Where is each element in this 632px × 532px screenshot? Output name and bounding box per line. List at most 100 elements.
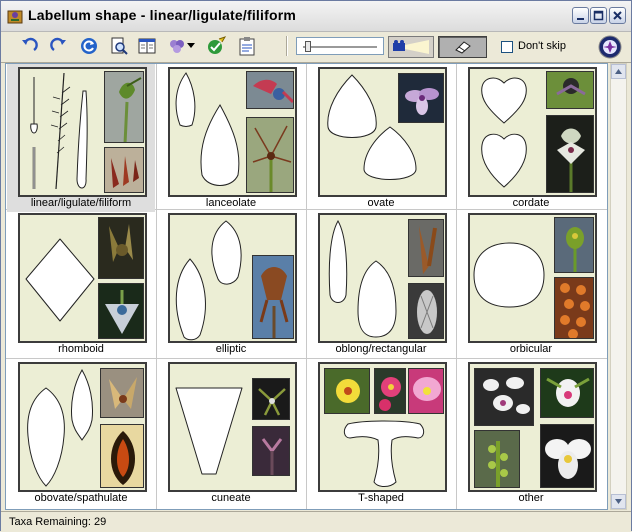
slideshow-toggle[interactable] bbox=[388, 36, 434, 58]
shape-cell-other[interactable]: other bbox=[457, 359, 605, 507]
notes-button[interactable] bbox=[236, 35, 258, 57]
title-bar: Labellum shape - linear/ligulate/filifor… bbox=[1, 1, 631, 32]
refresh-button[interactable] bbox=[78, 35, 100, 57]
shape-cell-obovate[interactable]: obovate/spathulate bbox=[7, 359, 155, 507]
shape-label: cordate bbox=[512, 197, 550, 209]
shape-cell-lanceolate[interactable]: lanceolate bbox=[157, 64, 305, 212]
shape-cell-linear[interactable]: linear/ligulate/filiform bbox=[7, 64, 155, 212]
orchid-photo bbox=[554, 217, 594, 273]
orchid-photo bbox=[104, 71, 144, 143]
size-slider[interactable] bbox=[296, 37, 384, 55]
camera-projector-icon bbox=[393, 40, 429, 54]
shape-card bbox=[168, 362, 297, 492]
redo-button[interactable] bbox=[48, 35, 70, 57]
orchid-photo bbox=[546, 71, 594, 109]
shape-card bbox=[18, 362, 147, 492]
dont-skip-checkbox[interactable] bbox=[501, 41, 513, 53]
dont-skip-label[interactable]: Don't skip bbox=[518, 40, 566, 52]
shape-cell-orbicular[interactable]: orbicular bbox=[457, 210, 605, 358]
check-button[interactable] bbox=[205, 35, 227, 57]
shape-cell-cordate[interactable]: cordate bbox=[457, 64, 605, 212]
shape-label: elliptic bbox=[215, 343, 247, 355]
shape-card bbox=[318, 67, 447, 197]
close-icon bbox=[613, 11, 622, 20]
orchid-photo bbox=[100, 368, 144, 418]
slider-track bbox=[303, 46, 377, 48]
toolbar: Don't skip bbox=[1, 32, 631, 63]
dropdown-arrow-icon bbox=[187, 43, 195, 48]
shape-label: T-shaped bbox=[358, 492, 404, 504]
orchid-photo bbox=[474, 368, 534, 426]
minimize-button[interactable] bbox=[572, 7, 589, 24]
shape-cell-t-shaped[interactable]: T-shaped bbox=[307, 359, 455, 507]
group-button[interactable] bbox=[166, 35, 188, 57]
orchid-photo bbox=[408, 219, 444, 277]
orchid-logo-icon[interactable] bbox=[598, 35, 622, 59]
shape-label: obovate/spathulate bbox=[34, 492, 128, 504]
orchid-photo bbox=[540, 424, 594, 488]
orchid-photo bbox=[408, 283, 444, 339]
orchid-photo bbox=[252, 426, 290, 476]
orchid-photo bbox=[554, 277, 594, 339]
toolbar-separator bbox=[286, 36, 288, 56]
orchid-photo bbox=[104, 147, 144, 193]
shape-cell-rhomboid[interactable]: rhomboid bbox=[7, 210, 155, 358]
shape-label: ovate bbox=[367, 197, 395, 209]
shape-cell-oblong[interactable]: oblong/rectangular bbox=[307, 210, 455, 358]
compare-button[interactable] bbox=[136, 35, 158, 57]
shape-grid: linear/ligulate/filiform lanceolate ovat… bbox=[5, 63, 608, 510]
slider-thumb[interactable] bbox=[305, 41, 311, 52]
vertical-scrollbar[interactable] bbox=[610, 63, 627, 510]
shape-label: linear/ligulate/filiform bbox=[30, 197, 132, 209]
view-compare-icon bbox=[138, 38, 156, 54]
minimize-icon bbox=[577, 18, 584, 20]
shape-cell-cuneate[interactable]: cuneate bbox=[157, 359, 305, 507]
shape-cell-elliptic[interactable]: elliptic bbox=[157, 210, 305, 358]
maximize-button[interactable] bbox=[590, 7, 607, 24]
undo-icon bbox=[22, 37, 38, 51]
labellum-t-shaped-drawing bbox=[343, 420, 425, 487]
shape-card bbox=[468, 213, 597, 343]
refresh-icon bbox=[81, 38, 97, 54]
orchid-photo bbox=[474, 430, 520, 488]
orchid-photo bbox=[252, 255, 294, 339]
shape-card bbox=[168, 67, 297, 197]
shape-cell-ovate[interactable]: ovate bbox=[307, 64, 455, 212]
shape-card bbox=[18, 213, 147, 343]
window-title: Labellum shape - linear/ligulate/filifor… bbox=[28, 7, 297, 23]
shape-label: oblong/rectangular bbox=[335, 343, 427, 355]
shape-card bbox=[468, 362, 597, 492]
shape-label: rhomboid bbox=[58, 343, 104, 355]
shape-label: cuneate bbox=[211, 492, 251, 504]
orchid-photo bbox=[100, 424, 144, 488]
scroll-down-button[interactable] bbox=[611, 494, 626, 509]
group-dropdown[interactable] bbox=[186, 35, 196, 57]
notes-clipboard-icon bbox=[239, 37, 255, 56]
eraser-toggle[interactable] bbox=[438, 36, 487, 58]
check-edit-icon bbox=[208, 36, 226, 54]
preview-document-icon bbox=[111, 37, 128, 55]
orchid-photo bbox=[98, 217, 144, 279]
orchid-photo bbox=[252, 378, 290, 420]
status-bar: Taxa Remaining: 29 bbox=[1, 511, 631, 532]
shape-label: orbicular bbox=[509, 343, 553, 355]
orchid-photo bbox=[246, 71, 294, 109]
redo-icon bbox=[50, 37, 66, 51]
undo-button[interactable] bbox=[18, 35, 40, 57]
taxa-remaining: Taxa Remaining: 29 bbox=[9, 516, 107, 528]
preview-button[interactable] bbox=[108, 35, 130, 57]
orchid-photo bbox=[246, 117, 294, 193]
shape-card bbox=[18, 67, 147, 197]
shape-label: lanceolate bbox=[205, 197, 257, 209]
scroll-down-icon bbox=[615, 499, 622, 504]
shape-card bbox=[318, 362, 447, 492]
scroll-up-icon bbox=[615, 69, 622, 74]
scroll-up-button[interactable] bbox=[611, 64, 626, 79]
maximize-icon bbox=[593, 10, 604, 21]
orchid-photo bbox=[98, 283, 144, 339]
orchid-photo bbox=[546, 115, 594, 193]
orchid-photo bbox=[398, 73, 444, 123]
shape-card bbox=[468, 67, 597, 197]
close-button[interactable] bbox=[609, 7, 626, 24]
shape-card bbox=[318, 213, 447, 343]
